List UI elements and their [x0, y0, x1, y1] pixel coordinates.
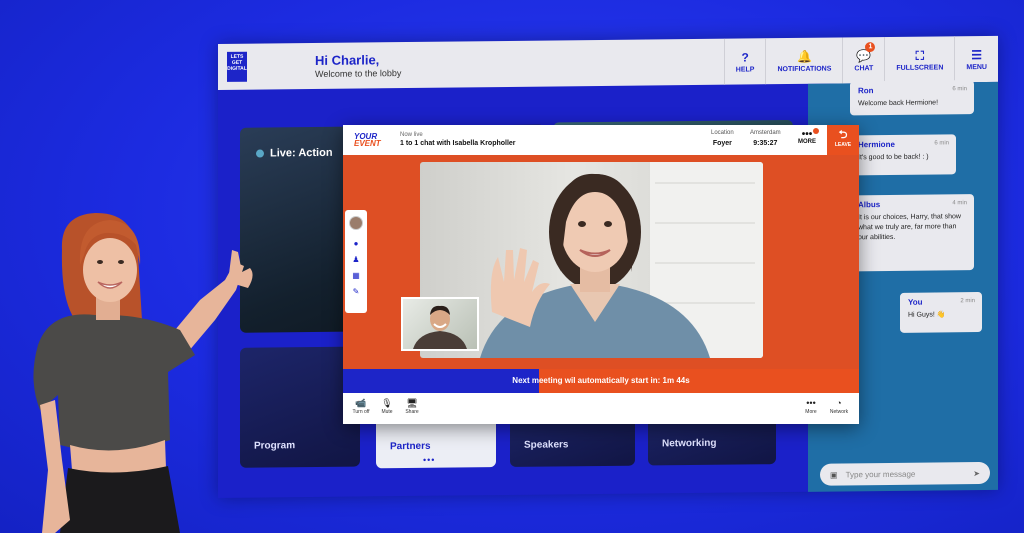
chat-author: Albus	[858, 200, 881, 210]
image-icon[interactable]: ▣	[830, 470, 838, 479]
chat-time: 6 min	[934, 140, 949, 147]
call-side-toolbar: ● ♟ ▦ ✎	[345, 210, 367, 313]
chat-author: Ron	[858, 86, 874, 96]
chat-message-own: You 2 min Hi Guys! 👋	[900, 291, 982, 333]
chat-input[interactable]: ▣ Type your message ➤	[820, 461, 990, 486]
camera-off-icon: 📹	[355, 398, 367, 408]
microphone-icon: 🎙	[381, 398, 393, 408]
location-value: Foyer	[712, 140, 732, 147]
chat-input-placeholder[interactable]: Type your message	[846, 469, 916, 479]
fullscreen-label: FULLSCREEN	[896, 63, 944, 72]
city-label: Amsterdam	[750, 130, 781, 136]
more-options-button[interactable]: ••• More	[799, 398, 823, 415]
chat-button[interactable]: 💬 1 CHAT	[842, 37, 885, 84]
call-controls: 📹 Turn off 🎙 Mute 🖥 Share ••• More ◔ Net…	[343, 393, 859, 424]
contacts-icon[interactable]: ♟	[345, 252, 367, 268]
chat-text: It's good to be back! : )	[858, 153, 929, 162]
bell-icon: 🔔	[796, 49, 812, 64]
more-dots-icon: •••	[806, 398, 816, 408]
more-options-label: More	[805, 409, 817, 415]
chat-message: Ron 6 min Welcome back Hermione!	[850, 80, 974, 116]
live-indicator: Live: Action	[256, 147, 333, 160]
greeting-title: Hi Charlie,	[315, 52, 380, 68]
profile-icon[interactable]: ●	[345, 236, 367, 252]
chat-message: Albus 4 min It is our choices, Harry, th…	[850, 194, 974, 272]
chat-time: 4 min	[952, 200, 967, 207]
leave-label: LEAVE	[834, 142, 852, 148]
speakers-label: Speakers	[524, 439, 569, 451]
self-view-image	[413, 305, 467, 349]
chat-text: Hi Guys! 👋	[908, 311, 946, 319]
network-gauge-icon: ◔	[836, 398, 842, 408]
network-label: Network	[829, 409, 849, 415]
avatar[interactable]	[349, 216, 363, 230]
live-label: Live: Action	[270, 146, 333, 160]
leave-button[interactable]: ⮌ LEAVE	[827, 125, 859, 155]
mute-button[interactable]: 🎙 Mute	[375, 398, 399, 415]
self-view-video[interactable]	[401, 297, 479, 351]
mute-label: Mute	[381, 409, 393, 415]
chat-time: 2 min	[960, 298, 975, 305]
menu-button[interactable]: ☰ MENU	[954, 35, 998, 83]
notes-icon[interactable]: ✎	[345, 284, 367, 300]
more-label: MORE	[798, 139, 816, 145]
countdown-text: Next meeting wil automatically start in:…	[512, 376, 690, 385]
program-tile[interactable]: Program	[240, 346, 360, 468]
help-icon: ?	[741, 49, 749, 65]
notifications-button[interactable]: 🔔 NOTIFICATIONS	[765, 37, 843, 85]
camera-off-label: Turn off	[352, 409, 370, 415]
event-logo[interactable]: LETS GET DIGITAL	[227, 51, 247, 82]
chat-time: 6 min	[952, 86, 967, 93]
location-label: Location	[711, 130, 734, 136]
now-live-label: Now live	[400, 132, 423, 138]
share-button[interactable]: 🖥 Share	[400, 398, 424, 415]
greeting: Hi Charlie, Welcome to the lobby	[315, 52, 401, 79]
program-label: Program	[254, 440, 296, 452]
call-header: YOUR EVENT Now live 1 to 1 chat with Isa…	[343, 125, 859, 155]
chat-text: It is our choices, Harry, that show what…	[858, 213, 961, 242]
more-badge	[813, 128, 819, 134]
screen-share-icon: 🖥	[406, 398, 418, 408]
chat-text: Welcome back Hermione!	[858, 99, 939, 108]
brand-line-2: EVENT	[354, 139, 381, 148]
video-call-window: YOUR EVENT Now live 1 to 1 chat with Isa…	[343, 125, 859, 424]
camera-off-button[interactable]: 📹 Turn off	[349, 398, 373, 415]
help-button[interactable]: ? HELP	[723, 38, 766, 85]
call-title: 1 to 1 chat with Isabella Kropholler	[400, 140, 516, 147]
live-dot-icon	[256, 149, 264, 158]
partners-label: Partners	[390, 440, 431, 453]
networking-label: Networking	[662, 437, 717, 450]
network-button[interactable]: ◔ Network	[827, 398, 851, 415]
notifications-label: NOTIFICATIONS	[777, 65, 832, 73]
fullscreen-icon: ⛶	[915, 48, 925, 63]
chat-label: CHAT	[854, 64, 874, 72]
now-live: Now live 1 to 1 chat with Isabella Kroph…	[400, 132, 516, 147]
event-brand-logo: YOUR EVENT	[354, 133, 381, 148]
chat-badge: 1	[865, 42, 876, 53]
send-icon[interactable]: ➤	[973, 469, 980, 478]
menu-label: MENU	[966, 63, 987, 71]
calendar-icon[interactable]: ▦	[345, 268, 367, 284]
carousel-dots[interactable]: •••	[423, 455, 435, 465]
exit-icon: ⮌	[838, 129, 848, 141]
countdown-bar: Next meeting wil automatically start in:…	[343, 369, 859, 393]
clock: Amsterdam 9:35:27	[750, 130, 781, 147]
greeting-subtitle: Welcome to the lobby	[315, 68, 402, 79]
fullscreen-button[interactable]: ⛶ FULLSCREEN	[884, 36, 955, 84]
share-label: Share	[405, 409, 419, 415]
menu-icon: ☰	[971, 47, 983, 62]
chat-message: Hermione 6 min It's good to be back! : )	[850, 134, 956, 176]
help-label: HELP	[735, 65, 755, 74]
location: Location Foyer	[711, 130, 734, 147]
clock-time: 9:35:27	[753, 140, 778, 147]
call-stage: ● ♟ ▦ ✎	[343, 155, 859, 369]
top-nav: ? HELP 🔔 NOTIFICATIONS 💬 1 CHAT ⛶ FULLSC…	[723, 35, 998, 85]
